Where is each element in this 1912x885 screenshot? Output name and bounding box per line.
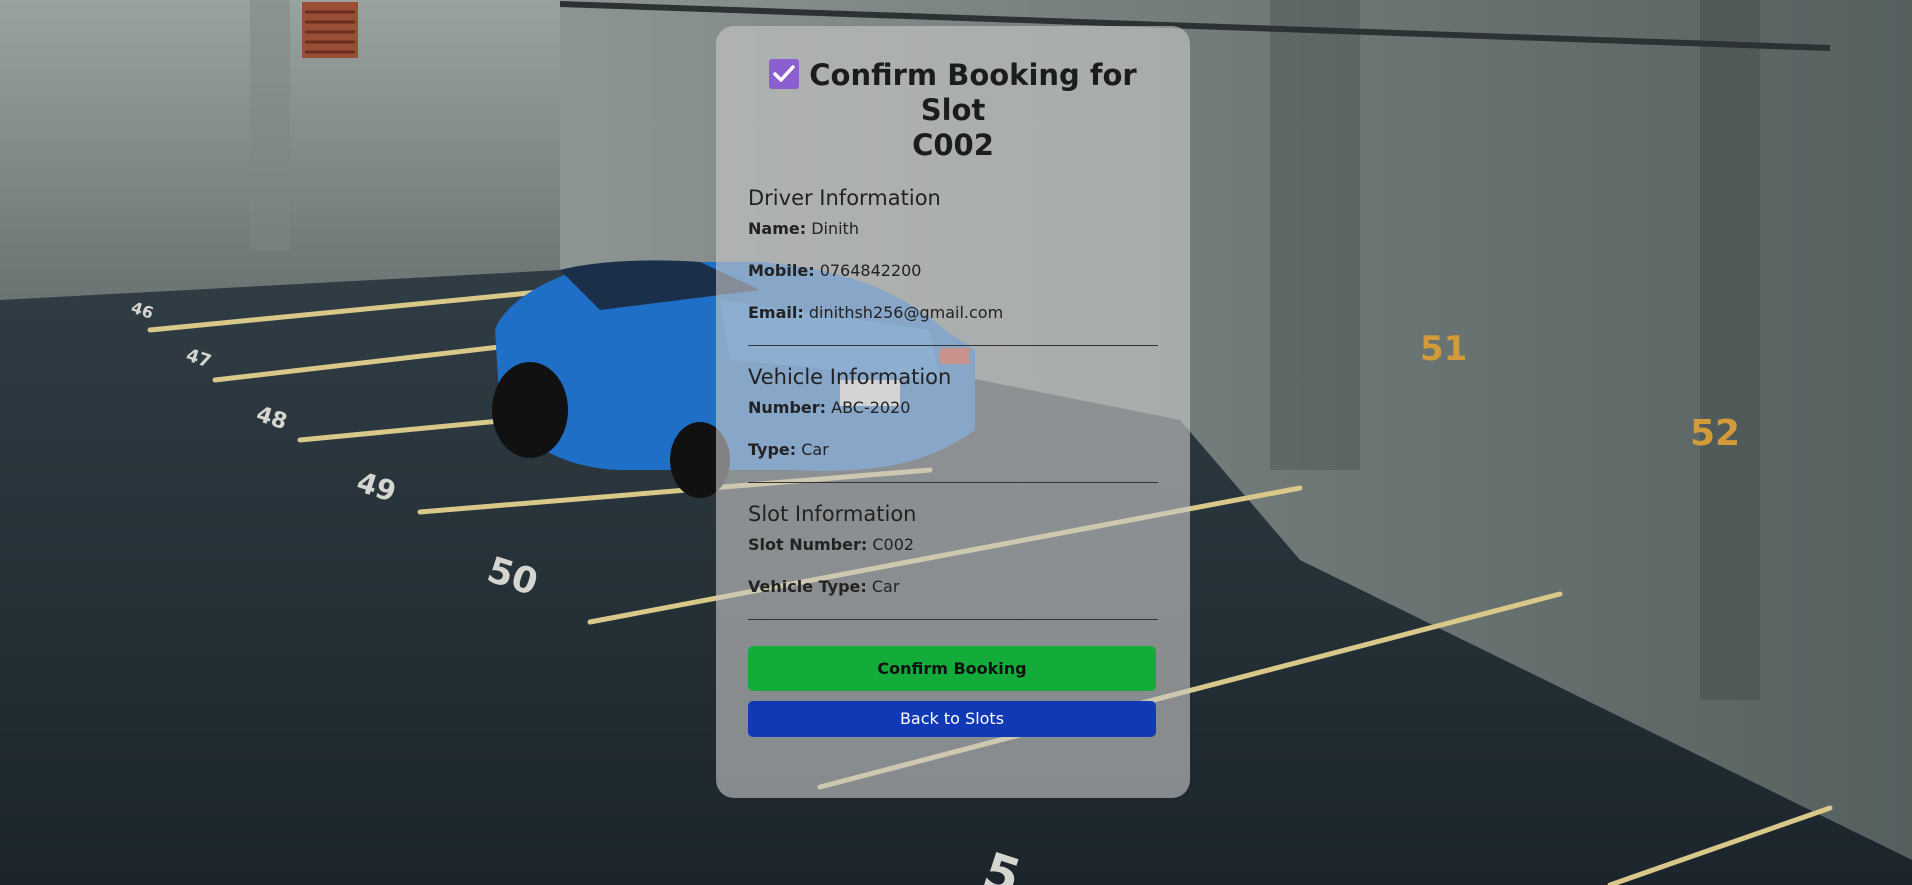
- vehicle-type-label: Type:: [748, 440, 797, 459]
- slot-number-value: C002: [872, 535, 915, 554]
- vehicle-number-value: ABC-2020: [831, 398, 911, 417]
- slot-number-row: Slot Number: C002: [748, 535, 1158, 555]
- vehicle-number-label: Number:: [748, 398, 827, 417]
- driver-mobile-row: Mobile: 0764842200: [748, 261, 1158, 281]
- driver-email-label: Email:: [748, 303, 804, 322]
- vehicle-section: Vehicle Information Number: ABC-2020 Typ…: [748, 364, 1158, 460]
- back-to-slots-button[interactable]: Back to Slots: [748, 701, 1156, 737]
- divider: [748, 345, 1158, 346]
- slot-heading: Slot Information: [748, 502, 917, 526]
- slot-vehicle-type-label: Vehicle Type:: [748, 577, 867, 596]
- driver-mobile-value: 0764842200: [819, 261, 922, 280]
- checkbox-checked-icon: [769, 59, 800, 89]
- divider: [748, 619, 1158, 620]
- title-line-1: Confirm Booking for Slot: [809, 58, 1137, 127]
- slot-section: Slot Information Slot Number: C002 Vehic…: [748, 501, 1158, 597]
- booking-confirmation-card: Confirm Booking for Slot C002 Driver Inf…: [716, 26, 1190, 798]
- vehicle-type-row: Type: Car: [748, 440, 1158, 460]
- slot-vehicle-type-row: Vehicle Type: Car: [748, 577, 1158, 597]
- driver-name-value: Dinith: [811, 219, 859, 238]
- slot-vehicle-type-value: Car: [871, 577, 900, 596]
- driver-email-value: dinithsh256@gmail.com: [808, 303, 1004, 322]
- svg-text:51: 51: [1420, 329, 1467, 369]
- page-title: Confirm Booking for Slot C002: [748, 58, 1158, 163]
- driver-section: Driver Information Name: Dinith Mobile: …: [748, 185, 1158, 323]
- slot-number-label: Slot Number:: [748, 535, 868, 554]
- driver-heading: Driver Information: [748, 186, 941, 210]
- title-line-2: C002: [912, 128, 994, 162]
- divider: [748, 482, 1158, 483]
- vehicle-number-row: Number: ABC-2020: [748, 398, 1158, 418]
- driver-name-label: Name:: [748, 219, 807, 238]
- driver-name-row: Name: Dinith: [748, 219, 1158, 239]
- driver-email-row: Email: dinithsh256@gmail.com: [748, 303, 1158, 323]
- vehicle-heading: Vehicle Information: [748, 365, 952, 389]
- driver-mobile-label: Mobile:: [748, 261, 815, 280]
- confirm-booking-button[interactable]: Confirm Booking: [748, 646, 1156, 691]
- vehicle-type-value: Car: [801, 440, 829, 459]
- page: 46 47 48 49 50 5 51 52 Confirm Booking f…: [0, 0, 1912, 885]
- svg-text:52: 52: [1690, 413, 1740, 454]
